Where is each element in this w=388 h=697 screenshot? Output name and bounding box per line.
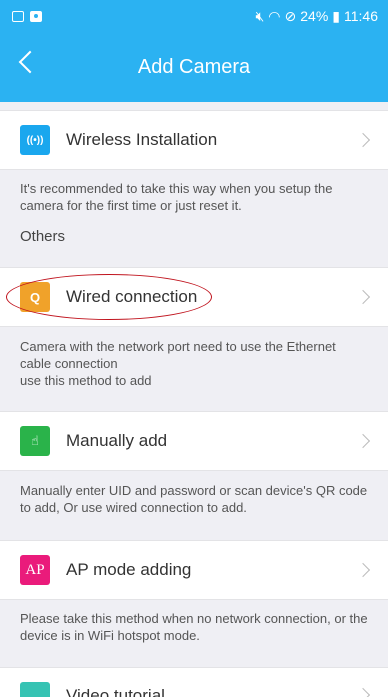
ap-icon: AP [20, 555, 50, 585]
gallery-notification-icon [12, 10, 24, 22]
chevron-right-icon [355, 132, 371, 148]
item-label: Wired connection [66, 287, 198, 306]
battery-icon: ▮ [332, 7, 340, 24]
item-label: Wireless Installation [66, 130, 218, 149]
battery-percent: 24% [300, 8, 329, 24]
mute-icon: 🔇︎ [255, 7, 265, 24]
back-icon[interactable] [18, 50, 42, 74]
app-notification-icon [30, 10, 42, 22]
section-header-others: Others [20, 228, 66, 245]
item-description: Please take this method when no network … [20, 611, 368, 643]
wired-connection-item[interactable]: Q Wired connection [0, 267, 388, 327]
search-icon: Q [20, 282, 50, 312]
item-label: AP mode adding [66, 560, 192, 579]
item-description: Camera with the network port need to use… [20, 339, 336, 388]
chevron-right-icon [355, 433, 371, 449]
status-left [12, 10, 42, 22]
nav-bar: Add Camera [0, 32, 388, 102]
item-description: It's recommended to take this way when y… [20, 181, 333, 213]
chevron-right-icon [355, 289, 371, 305]
video-tutorial-item[interactable]: Video tutorial [0, 667, 388, 697]
item-label: Manually add [66, 431, 168, 450]
item-label: Video tutorial [66, 686, 165, 697]
wireless-icon: ((•)) [20, 125, 50, 155]
status-bar: 🔇︎ ◠ ⊘ 24% ▮ 11:46 [0, 0, 388, 32]
item-description: Manually enter UID and password or scan … [20, 483, 368, 515]
ap-mode-adding-item[interactable]: AP AP mode adding [0, 540, 388, 600]
graduation-cap-icon [20, 682, 50, 697]
chevron-right-icon [355, 687, 371, 697]
page-title: Add Camera [137, 55, 251, 78]
wireless-installation-item[interactable]: ((•)) Wireless Installation [0, 110, 388, 170]
clock: 11:46 [344, 8, 378, 24]
no-signal-icon: ⊘ [284, 7, 297, 24]
chevron-right-icon [355, 562, 371, 578]
status-right: 🔇︎ ◠ ⊘ 24% ▮ 11:46 [255, 8, 378, 25]
hand-tap-icon: ☝ [20, 426, 50, 456]
manually-add-item[interactable]: ☝ Manually add [0, 411, 388, 471]
wifi-icon: ◠ [268, 7, 281, 24]
